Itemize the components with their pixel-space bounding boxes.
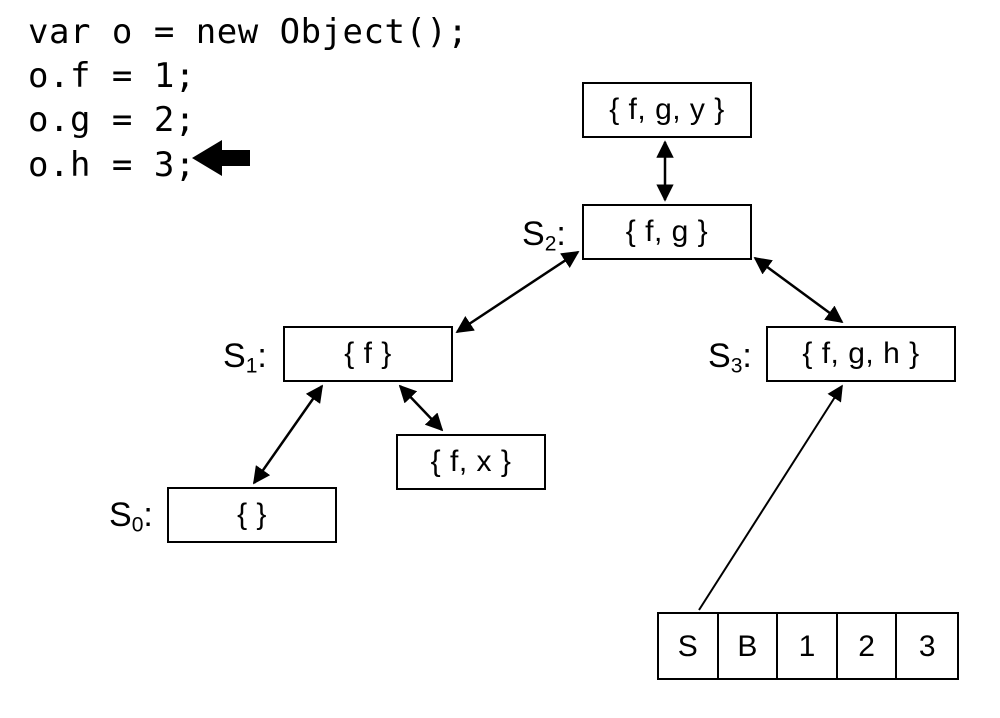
code-line: o.g = 2; [28,98,468,142]
object-record-cell: 1 [778,614,838,680]
edge-s2-s3 [755,258,842,322]
structure-node-content: { f, g } [626,215,708,249]
structure-node-s3: { f, g, h } [766,326,956,382]
object-record-cell: B [719,614,779,680]
object-record-cell: 3 [897,614,957,680]
object-record-cell: 2 [838,614,898,680]
code-block: var o = new Object(); o.f = 1; o.g = 2; … [28,10,468,187]
structure-label-s0: S0: [109,496,153,537]
object-record-table: S B 1 2 3 [657,612,959,680]
structure-node-s1: { f } [283,326,453,382]
structure-node-content: { f } [344,337,392,371]
code-line: o.f = 1; [28,54,468,98]
structure-node-content: { } [237,498,267,532]
edge-s1-fx [400,386,442,430]
structure-node-content: { f, g, y } [609,93,725,127]
structure-label-s1: S1: [223,337,267,378]
structure-node-fx: { f, x } [396,434,546,490]
structure-node-content: { f, g, h } [802,337,919,371]
diagram-stage: var o = new Object(); o.f = 1; o.g = 2; … [0,0,1000,718]
structure-node-s2: { f, g } [582,204,752,260]
structure-label-s2: S2: [522,215,566,256]
structure-node-content: { f, x } [431,445,512,479]
code-line: var o = new Object(); [28,10,468,54]
edge-s0-s1 [254,386,322,483]
object-record-cell: S [659,614,719,680]
edge-object-to-s3 [699,386,842,610]
structure-node-s0: { } [167,487,337,543]
edge-s1-s2 [457,252,578,332]
structure-label-s3: S3: [708,337,752,378]
code-line: o.h = 3; [28,143,468,187]
structure-node-fgy: { f, g, y } [582,82,752,138]
